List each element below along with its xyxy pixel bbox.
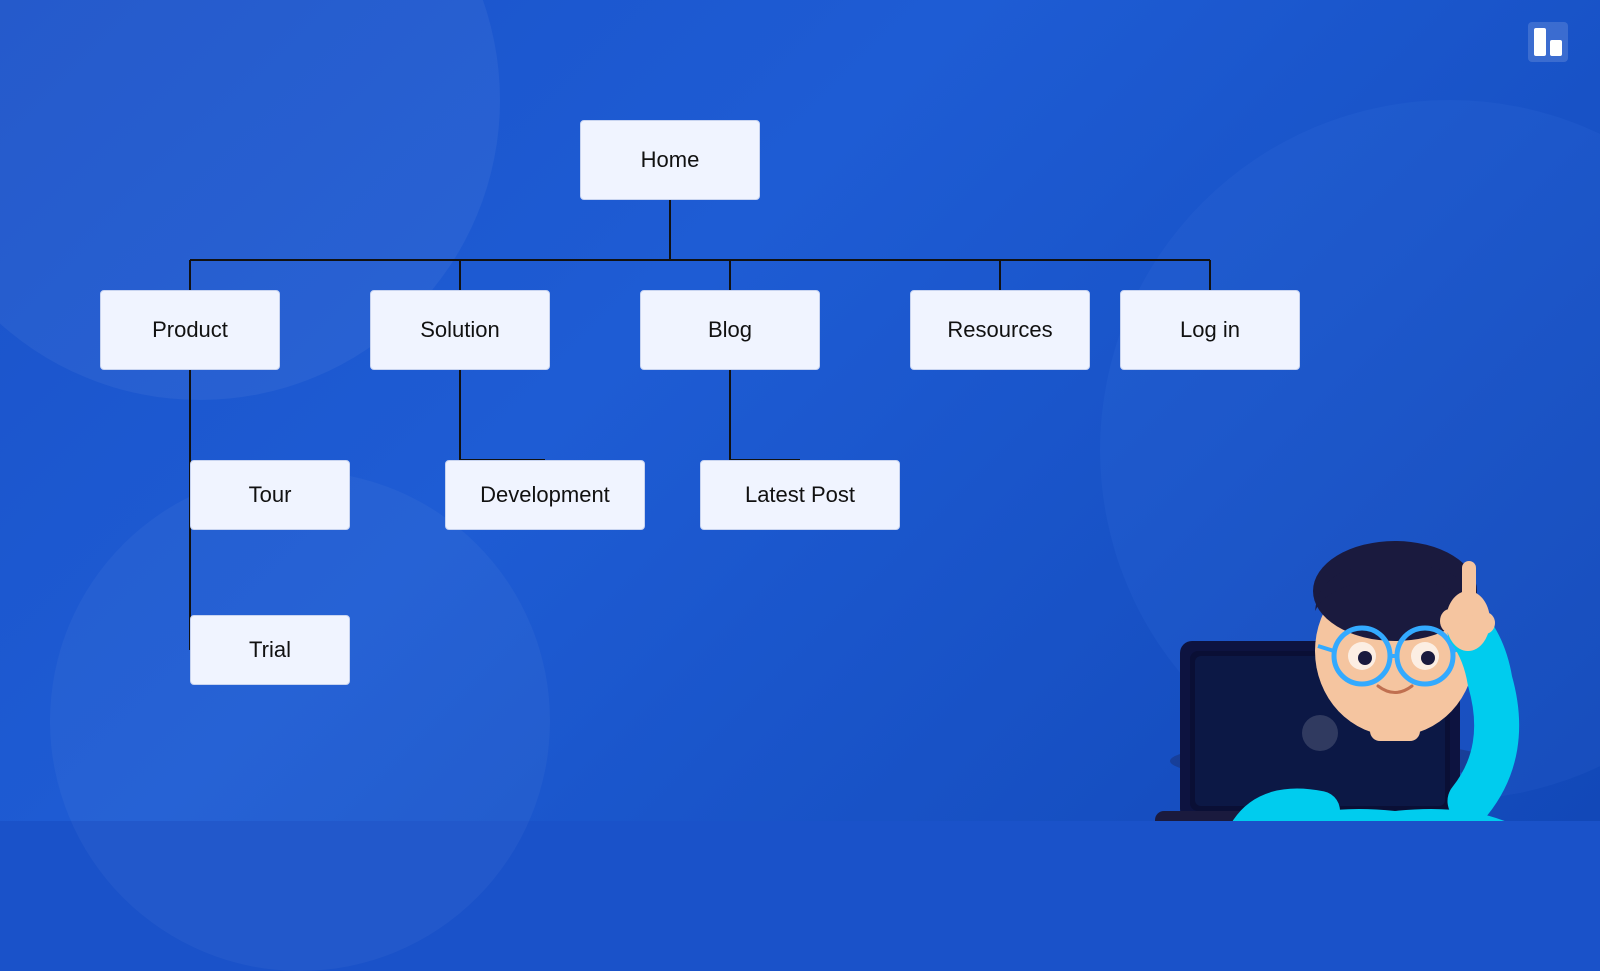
node-trial[interactable]: Trial xyxy=(190,615,350,685)
node-blog[interactable]: Blog xyxy=(640,290,820,370)
node-home[interactable]: Home xyxy=(580,120,760,200)
node-development[interactable]: Development xyxy=(445,460,645,530)
tree-diagram: Home Product Solution Blog Resources Log… xyxy=(0,60,1180,760)
node-tour[interactable]: Tour xyxy=(190,460,350,530)
node-product[interactable]: Product xyxy=(100,290,280,370)
logo-icon xyxy=(1526,20,1570,64)
node-resources[interactable]: Resources xyxy=(910,290,1090,370)
person-illustration xyxy=(1100,321,1600,821)
node-solution[interactable]: Solution xyxy=(370,290,550,370)
node-latestpost[interactable]: Latest Post xyxy=(700,460,900,530)
